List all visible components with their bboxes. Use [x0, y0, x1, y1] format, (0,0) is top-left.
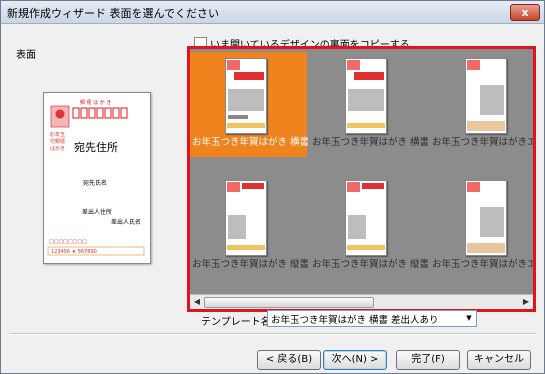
wizard-window: 新規作成ウィザード 表面を選んでください x 表面 郵 便 は が き お年玉 …: [0, 0, 545, 374]
recipient-address: 宛先住所: [74, 141, 118, 154]
template-item-label: お年玉つき年賀はがき 横書 差出人なし: [312, 137, 428, 148]
template-item-label: お年玉つき年賀はがき 縦書 差出人あり: [192, 259, 308, 270]
svg-text:郵 便 は が き: 郵 便 は が き: [80, 99, 111, 106]
scrollbar-thumb[interactable]: [204, 297, 374, 308]
svg-text:123456 ★ 567890: 123456 ★ 567890: [51, 249, 97, 255]
template-item-5[interactable]: お年玉つき年賀はがき 縦書 差出人なし: [310, 174, 428, 279]
template-thumbnail: [465, 180, 507, 256]
template-item-label: お年玉つき年賀はがき 縦書 差出人なし: [312, 259, 428, 270]
cancel-button[interactable]: キャンセル: [467, 350, 531, 370]
template-item-3[interactable]: お年玉つき年賀はがきエコーはがき: [430, 52, 536, 157]
template-item-4[interactable]: お年玉つき年賀はがき 縦書 差出人あり: [190, 174, 308, 279]
window-title: 新規作成ウィザード 表面を選んでください: [7, 7, 219, 20]
divider: [9, 333, 536, 335]
close-button[interactable]: x: [510, 4, 540, 21]
template-item-6[interactable]: お年玉つき年賀はがきエコーはがき: [430, 174, 536, 279]
title-bar: 新規作成ウィザード 表面を選んでください x: [1, 1, 544, 24]
template-gallery[interactable]: お年玉つき年賀はがき 横書 差出人あり お年玉つき年賀はがき 横書 差出人なし …: [187, 46, 536, 312]
template-item-2[interactable]: お年玉つき年賀はがき 横書 差出人なし: [310, 52, 428, 157]
back-button[interactable]: < 戻る(B): [257, 350, 321, 370]
scroll-left-icon[interactable]: ◀: [191, 296, 203, 308]
chevron-down-icon[interactable]: ▼: [463, 312, 475, 324]
template-thumbnail: [225, 180, 267, 256]
front-side-label: 表面: [16, 50, 36, 61]
template-item-label: お年玉つき年賀はがきエコーはがき: [432, 259, 536, 270]
template-thumbnail: [465, 58, 507, 134]
template-item-label: お年玉つき年賀はがき 横書 差出人あり: [192, 137, 308, 148]
template-item-1[interactable]: お年玉つき年賀はがき 横書 差出人あり: [190, 52, 308, 157]
template-thumbnail: [345, 58, 387, 134]
svg-text:お年玉: お年玉: [50, 131, 65, 138]
svg-text:はがき: はがき: [50, 145, 65, 152]
template-name-select[interactable]: お年玉つき年賀はがき 横書 差出人あり ▼: [267, 310, 477, 327]
svg-text:付郵便: 付郵便: [50, 138, 65, 145]
sender-name: 差出人氏名: [111, 219, 142, 226]
template-item-label: お年玉つき年賀はがきエコーはがき: [432, 137, 536, 148]
gallery-scrollbar[interactable]: ◀ ▶: [190, 294, 533, 309]
template-thumbnail: [345, 180, 387, 256]
scroll-right-icon[interactable]: ▶: [520, 296, 532, 308]
postcard-preview: 郵 便 は が き お年玉 付郵便 はがき □□□□□□□□ 123456 ★ …: [43, 92, 151, 264]
svg-text:□□□□□□□□: □□□□□□□□: [49, 239, 87, 245]
recipient-name: 宛先氏名: [83, 180, 108, 187]
sender-address: 差出人住所: [82, 209, 113, 216]
finish-button[interactable]: 完了(F): [396, 350, 460, 370]
next-button[interactable]: 次へ(N) >: [323, 350, 387, 370]
template-name-value: お年玉つき年賀はがき 横書 差出人あり: [271, 315, 439, 326]
template-thumbnail: [225, 58, 267, 134]
